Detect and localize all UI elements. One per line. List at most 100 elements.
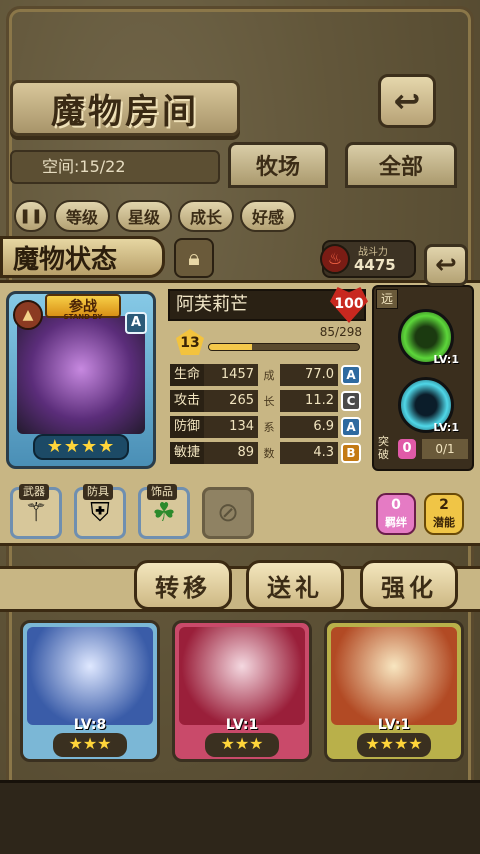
lock-icon: 🔒︎ (188, 245, 200, 271)
stat-value: 134 (204, 416, 258, 438)
breakthrough-count: 0 (398, 439, 416, 459)
breakthrough-progress: 0/1 (422, 439, 468, 459)
stat-value: 89 (204, 442, 258, 464)
lock-button[interactable]: 🔒︎ (174, 238, 214, 278)
bond-label: 羁绊 (385, 516, 407, 529)
enhance-button[interactable]: 强化 (360, 560, 458, 610)
bond-button[interactable]: 0 羁绊 (376, 493, 416, 535)
potential-value: 2 (439, 497, 449, 513)
combat-power-value: 4475 (354, 256, 396, 274)
stat-row-attack: 攻击 265 长 11.2 C (170, 389, 366, 413)
monster-portrait (331, 627, 457, 725)
potential-label: 潜能 (433, 516, 455, 529)
flame-icon: ♨ (320, 244, 350, 274)
shield-icon: ⛨ (90, 497, 110, 528)
sort-level-button[interactable]: 等级 (54, 200, 111, 232)
range-tag: 远 (376, 289, 398, 309)
transfer-button[interactable]: 转移 (134, 560, 232, 610)
page-title-plate: 魔物房间 (10, 80, 240, 136)
exp-fill (209, 344, 252, 350)
weapon-slot[interactable]: 武器 ⚚ (10, 484, 62, 539)
armor-slot[interactable]: 防具 ⛨ (74, 484, 126, 539)
back-arrow-icon: ↩ (393, 82, 421, 120)
action-row: 转移 送礼 强化 (0, 560, 480, 618)
sort-star-button[interactable]: 星级 (116, 200, 173, 232)
pause-sort-button[interactable]: ❚❚ (14, 200, 48, 232)
breakthrough-row: 突破 0 0/1 (378, 435, 472, 463)
skill-2-button[interactable]: LV:1 (398, 377, 459, 434)
status-panel-title: 魔物状态 (0, 236, 165, 278)
growth-column-label: 系 (263, 421, 275, 434)
growth-column-label: 长 (263, 395, 275, 408)
star-rating: ★★★ (53, 733, 127, 757)
stat-value: 265 (204, 390, 258, 412)
monster-level: LV:8 (73, 717, 107, 733)
stat-label: 防御 (170, 416, 204, 438)
stat-label: 攻击 (170, 390, 204, 412)
exp-text: 85/298 (319, 325, 362, 339)
element-type-icon: ▲ (13, 300, 43, 330)
breakthrough-label: 突破 (378, 435, 389, 461)
equipment-row: 武器 ⚚ 防具 ⛨ 饰品 ☘ ⊘ 0 羁绊 2 潜能 (10, 479, 470, 543)
empty-slot[interactable]: ⊘ (202, 487, 254, 539)
monster-card[interactable]: 参战 STAND BY ▲ A ★★★★ (6, 291, 156, 469)
accessory-slot[interactable]: 饰品 ☘ (138, 484, 190, 539)
star-rating: ★★★★ (33, 434, 129, 460)
exp-track (208, 343, 360, 351)
gift-button[interactable]: 送礼 (246, 560, 344, 610)
bond-value: 0 (391, 497, 401, 513)
standby-badge-sub: STAND BY (63, 313, 103, 321)
stat-row-defense: 防御 134 系 6.9 A (170, 415, 366, 439)
pause-icon: ❚❚ (19, 208, 43, 224)
skill-1-button[interactable]: LV:1 (398, 309, 459, 366)
skill-level: LV:1 (433, 421, 459, 434)
skills-panel: 远 LV:1 LV:1 突破 0 0/1 (372, 285, 474, 471)
stat-grade: C (341, 391, 361, 411)
sort-filter-row: ❚❚ 等级 星级 成长 好感 (14, 196, 466, 236)
stat-growth: 6.9 (280, 416, 338, 438)
stat-value: 1457 (204, 364, 258, 386)
scepter-icon: ⚚ (24, 498, 48, 528)
stat-growth: 11.2 (280, 390, 338, 412)
tab-all[interactable]: 全部 (345, 142, 457, 188)
skill-level: LV:1 (433, 353, 459, 366)
stat-growth: 77.0 (280, 364, 338, 386)
level-bar: 13 85/298 (168, 325, 366, 355)
stat-grade: B (341, 443, 361, 463)
standby-badge: 参战 STAND BY (45, 294, 121, 321)
stat-row-agility: 敏捷 89 数 4.3 B (170, 441, 366, 465)
panel-close-button[interactable]: ↩ (424, 244, 468, 286)
tab-pasture[interactable]: 牧场 (228, 142, 328, 188)
empty-slot-icon: ⊘ (217, 498, 239, 528)
stat-row-hp: 生命 1457 成 77.0 A (170, 363, 366, 387)
combat-power-display: ♨ 战斗力 4475 (320, 240, 416, 278)
clover-icon: ☘ (152, 498, 176, 528)
room-space-indicator: 空间:15/22 (10, 150, 220, 184)
monster-status-panel: 参战 STAND BY ▲ A ★★★★ 阿芙莉芒 100 13 85/298 … (0, 280, 480, 546)
monster-card-item[interactable]: LV:1 ★★★★ (324, 620, 464, 762)
stat-grade: A (341, 417, 361, 437)
sort-affection-button[interactable]: 好感 (240, 200, 297, 232)
monster-card-item[interactable]: LV:8 ★★★ (20, 620, 160, 762)
growth-column-label: 成 (263, 369, 275, 382)
stats-table: 生命 1457 成 77.0 A 攻击 265 长 11.2 C 防御 134 … (170, 363, 366, 467)
stat-label: 敏捷 (170, 442, 204, 464)
growth-column-label: 数 (263, 447, 275, 460)
potential-button[interactable]: 2 潜能 (424, 493, 464, 535)
stat-grade: A (341, 365, 361, 385)
page-title: 魔物房间 (51, 91, 199, 132)
monster-portrait (179, 627, 305, 725)
star-rating: ★★★ (205, 733, 279, 757)
sort-growth-button[interactable]: 成长 (178, 200, 235, 232)
back-button[interactable]: ↩ (378, 74, 436, 128)
stat-label: 生命 (170, 364, 204, 386)
level-badge: 13 (176, 329, 204, 355)
monster-grid: LV:8 ★★★ LV:1 ★★★ LV:1 ★★★★ (14, 620, 466, 770)
bottom-strip (0, 780, 480, 854)
monster-level: LV:1 (377, 717, 411, 733)
back-arrow-icon: ↩ (435, 250, 457, 280)
rank-badge: A (125, 312, 147, 334)
monster-card-item[interactable]: LV:1 ★★★ (172, 620, 312, 762)
star-rating: ★★★★ (357, 733, 431, 757)
monster-level: LV:1 (225, 717, 259, 733)
